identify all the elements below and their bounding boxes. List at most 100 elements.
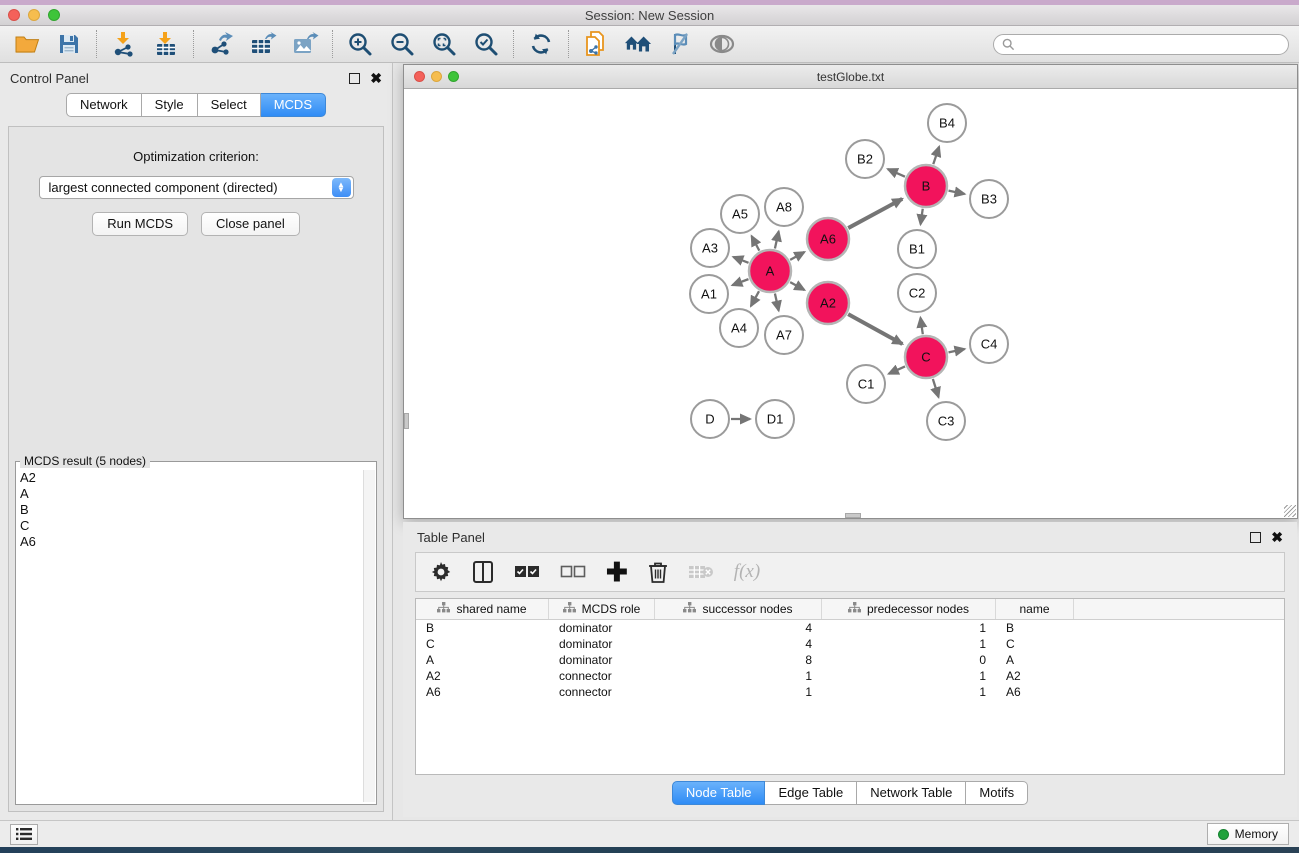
- column-header-MCDS-role[interactable]: MCDS role: [549, 599, 655, 619]
- graph-node-A3[interactable]: A3: [691, 229, 729, 267]
- table-row[interactable]: Adominator80A: [416, 652, 1284, 668]
- float-panel-icon[interactable]: [349, 73, 360, 84]
- close-window-button[interactable]: [8, 9, 20, 21]
- memory-button[interactable]: Memory: [1207, 823, 1289, 845]
- window-resize-grip-bottom[interactable]: [845, 513, 861, 518]
- hide-labels-flag-icon[interactable]: [666, 30, 694, 58]
- network-canvas[interactable]: B4B2BB3B1A5A8A6A3AA1A2C2A4A7CC4C1C3DD1: [404, 90, 1297, 518]
- graph-node-A4[interactable]: A4: [720, 309, 758, 347]
- minimize-window-button[interactable]: [28, 9, 40, 21]
- save-session-icon[interactable]: [55, 30, 83, 58]
- add-column-icon[interactable]: ✚: [606, 562, 628, 582]
- close-panel-icon[interactable]: ✖: [370, 73, 382, 84]
- gear-icon[interactable]: [430, 561, 452, 583]
- column-header-successor-nodes[interactable]: successor nodes: [655, 599, 822, 619]
- criterion-dropdown[interactable]: largest connected component (directed) ▲…: [39, 176, 354, 199]
- zoom-fit-icon[interactable]: [430, 30, 458, 58]
- graph-node-A5[interactable]: A5: [721, 195, 759, 233]
- graph-edge-C-C2[interactable]: [920, 318, 922, 334]
- graph-edge-C-C1[interactable]: [889, 366, 905, 373]
- search-field[interactable]: [993, 34, 1289, 55]
- import-network-icon[interactable]: [110, 30, 138, 58]
- column-header-name[interactable]: name: [996, 599, 1074, 619]
- network-zoom-button[interactable]: [448, 71, 459, 82]
- import-table-icon[interactable]: [152, 30, 180, 58]
- columns-icon[interactable]: [472, 560, 494, 584]
- select-all-checkboxes-icon[interactable]: [514, 565, 540, 579]
- network-window-titlebar[interactable]: testGlobe.txt: [404, 65, 1297, 89]
- delete-icon[interactable]: [648, 560, 668, 584]
- window-resize-grip-corner[interactable]: [1284, 505, 1296, 517]
- search-input[interactable]: [1020, 36, 1280, 53]
- clear-checkboxes-icon[interactable]: [560, 565, 586, 579]
- node-table[interactable]: shared nameMCDS rolesuccessor nodesprede…: [415, 598, 1285, 775]
- network-close-button[interactable]: [414, 71, 425, 82]
- graph-node-B[interactable]: B: [905, 165, 947, 207]
- refresh-icon[interactable]: [527, 30, 555, 58]
- graph-node-B2[interactable]: B2: [846, 140, 884, 178]
- tab-motifs[interactable]: Motifs: [966, 781, 1028, 805]
- graph-node-C4[interactable]: C4: [970, 325, 1008, 363]
- task-history-button[interactable]: [10, 824, 38, 845]
- graph-node-A6[interactable]: A6: [807, 218, 849, 260]
- table-row[interactable]: A6connector11A6: [416, 684, 1284, 700]
- graph-node-B1[interactable]: B1: [898, 230, 936, 268]
- graph-edge-B-B1[interactable]: [921, 209, 923, 224]
- export-table-icon[interactable]: [249, 30, 277, 58]
- zoom-out-icon[interactable]: [388, 30, 416, 58]
- close-panel-button[interactable]: Close panel: [201, 212, 300, 236]
- tab-network[interactable]: Network: [66, 93, 142, 117]
- zoom-selected-icon[interactable]: [472, 30, 500, 58]
- graph-node-A2[interactable]: A2: [807, 282, 849, 324]
- table-row[interactable]: A2connector11A2: [416, 668, 1284, 684]
- graph-node-D[interactable]: D: [691, 400, 729, 438]
- delete-table-icon[interactable]: [688, 563, 714, 581]
- graph-node-A1[interactable]: A1: [690, 275, 728, 313]
- graph-edge-A6-B[interactable]: [848, 199, 902, 228]
- window-resize-grip-left[interactable]: [404, 413, 409, 429]
- graph-edge-C-C4[interactable]: [949, 349, 965, 352]
- graph-edge-A-A5[interactable]: [752, 236, 760, 251]
- tab-style[interactable]: Style: [142, 93, 198, 117]
- graph-node-A[interactable]: A: [749, 250, 791, 292]
- mcds-result-item[interactable]: C: [20, 518, 362, 534]
- graph-node-B3[interactable]: B3: [970, 180, 1008, 218]
- home-icon[interactable]: [624, 30, 652, 58]
- table-row[interactable]: Bdominator41B: [416, 620, 1284, 636]
- close-table-panel-icon[interactable]: ✖: [1271, 532, 1283, 543]
- export-network-icon[interactable]: [207, 30, 235, 58]
- column-header-shared-name[interactable]: shared name: [416, 599, 549, 619]
- tab-select[interactable]: Select: [198, 93, 261, 117]
- graph-edge-A-A7[interactable]: [775, 293, 779, 310]
- mcds-result-item[interactable]: A6: [20, 534, 362, 550]
- network-graph[interactable]: B4B2BB3B1A5A8A6A3AA1A2C2A4A7CC4C1C3DD1: [404, 90, 1297, 518]
- graph-node-C2[interactable]: C2: [898, 274, 936, 312]
- clone-network-icon[interactable]: [582, 30, 610, 58]
- graph-edge-A-A1[interactable]: [732, 279, 748, 285]
- tab-mcds[interactable]: MCDS: [261, 93, 326, 117]
- result-scrollbar[interactable]: [363, 470, 375, 802]
- graph-edge-A-A6[interactable]: [790, 252, 804, 260]
- eye-icon[interactable]: [708, 30, 736, 58]
- graph-edge-A-A3[interactable]: [733, 257, 748, 263]
- export-image-icon[interactable]: [291, 30, 319, 58]
- graph-node-C1[interactable]: C1: [847, 365, 885, 403]
- graph-edge-B-B4[interactable]: [933, 147, 939, 164]
- graph-node-A8[interactable]: A8: [765, 188, 803, 226]
- tab-node-table[interactable]: Node Table: [672, 781, 766, 805]
- open-session-icon[interactable]: [13, 30, 41, 58]
- graph-edge-A-A8[interactable]: [775, 231, 779, 248]
- column-header-predecessor-nodes[interactable]: predecessor nodes: [822, 599, 996, 619]
- graph-edge-B-B2[interactable]: [888, 169, 905, 177]
- graph-node-B4[interactable]: B4: [928, 104, 966, 142]
- tab-edge-table[interactable]: Edge Table: [765, 781, 857, 805]
- graph-edge-C-C3[interactable]: [933, 379, 939, 397]
- mcds-result-item[interactable]: A: [20, 486, 362, 502]
- graph-node-C3[interactable]: C3: [927, 402, 965, 440]
- graph-edge-A-A4[interactable]: [751, 291, 759, 306]
- graph-edge-B-B3[interactable]: [949, 191, 965, 194]
- tab-network-table[interactable]: Network Table: [857, 781, 966, 805]
- table-row[interactable]: Cdominator41C: [416, 636, 1284, 652]
- mcds-result-item[interactable]: A2: [20, 470, 362, 486]
- graph-edge-A2-C[interactable]: [848, 314, 902, 344]
